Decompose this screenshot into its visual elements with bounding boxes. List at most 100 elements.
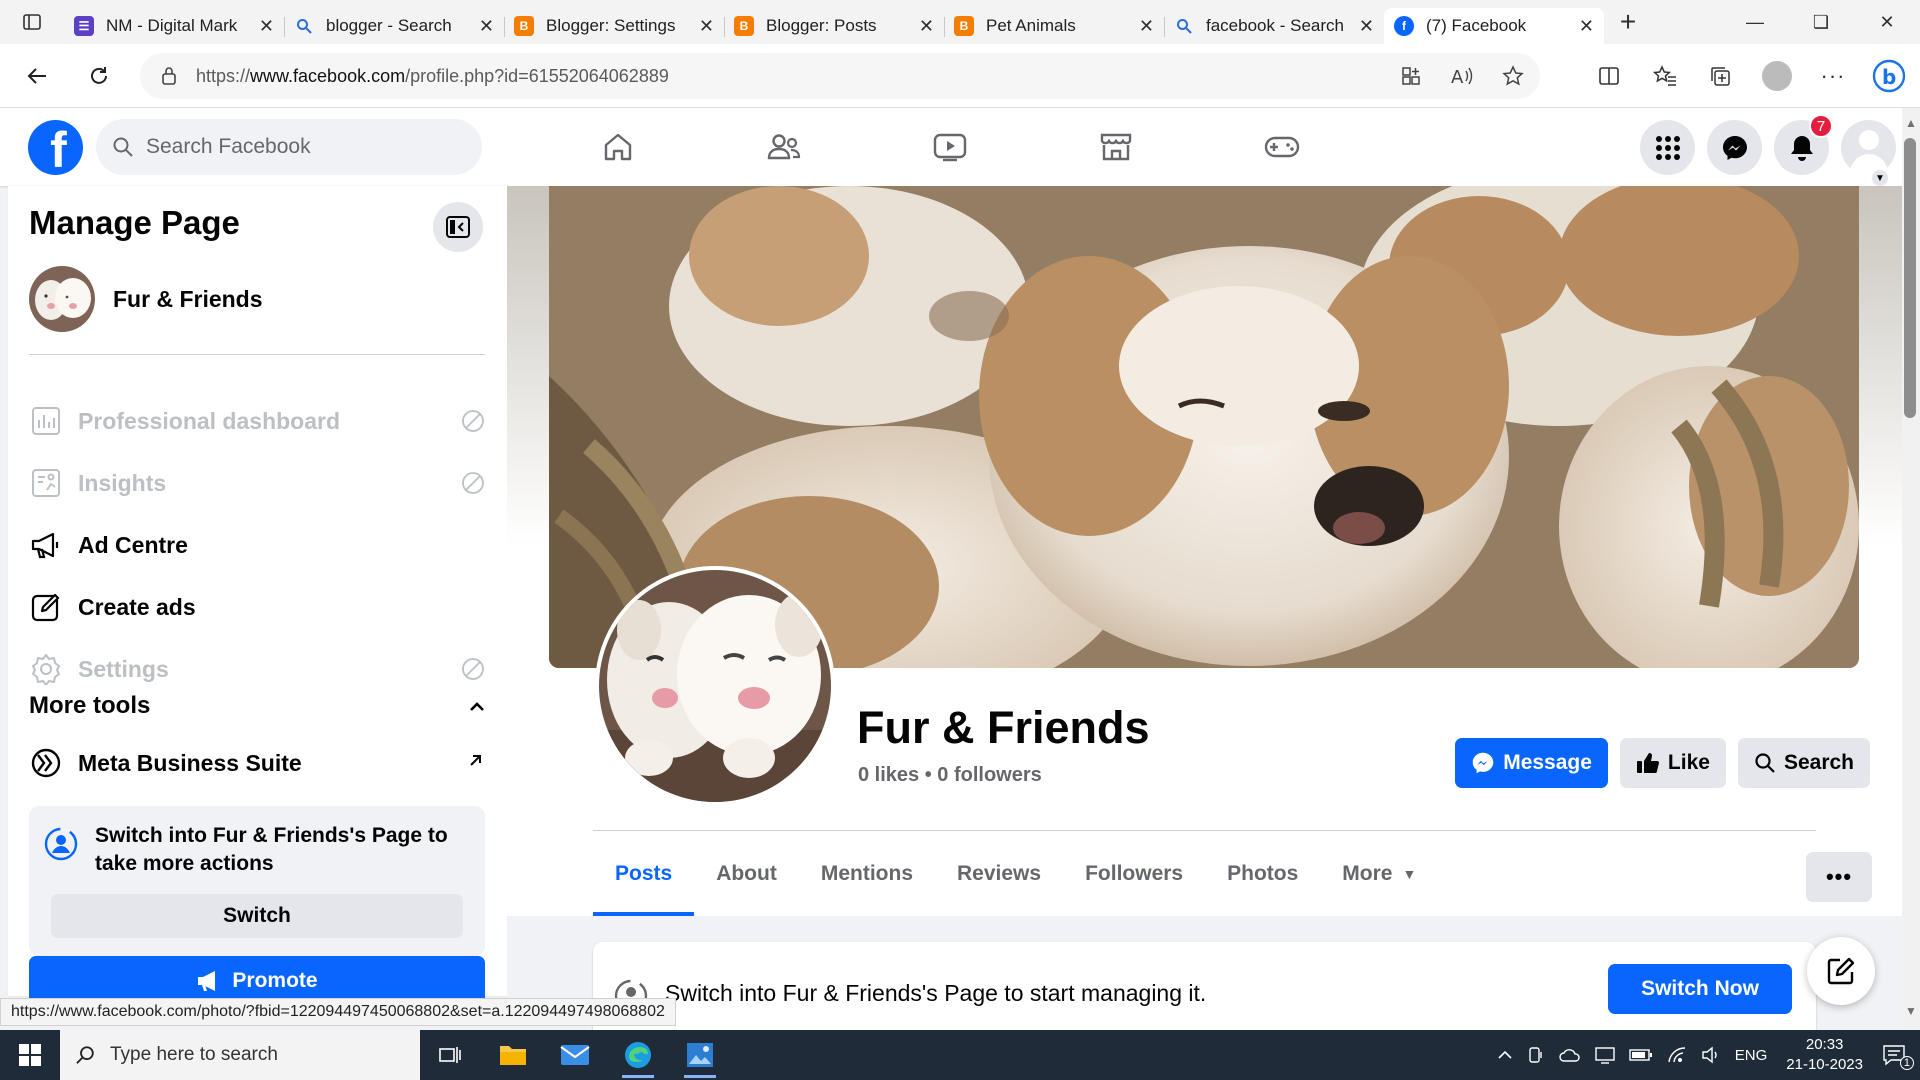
facebook-search-input[interactable]: Search Facebook: [96, 119, 482, 175]
divider: [593, 830, 1816, 831]
mail-icon[interactable]: [545, 1030, 605, 1080]
taskbar-search-input[interactable]: Type here to search: [60, 1030, 420, 1080]
scrollbar-thumb[interactable]: [1904, 138, 1916, 418]
more-menu-icon[interactable]: ···: [1816, 59, 1850, 93]
account-menu[interactable]: ▼: [1841, 120, 1896, 188]
close-tab-icon[interactable]: ✕: [919, 16, 934, 37]
minimize-button[interactable]: —: [1722, 0, 1788, 44]
close-tab-icon[interactable]: ✕: [699, 16, 714, 37]
action-center-icon[interactable]: 1: [1882, 1044, 1914, 1070]
app-available-icon[interactable]: [1400, 65, 1422, 87]
menu-settings[interactable]: Settings: [29, 644, 485, 694]
browser-tab[interactable]: blogger - Search ✕: [284, 8, 504, 44]
read-aloud-icon[interactable]: A: [1450, 65, 1474, 87]
tab-title: Blogger: Settings: [546, 16, 676, 35]
system-tray: ENG 20:33 21-10-2023 1: [1490, 1030, 1920, 1080]
profile-icon[interactable]: [1760, 59, 1794, 93]
profile-tabs: Posts About Mentions Reviews Followers P…: [593, 832, 1438, 916]
action-center-badge: 1: [1899, 1056, 1914, 1070]
url-field[interactable]: https://www.facebook.com/profile.php?id=…: [140, 53, 1540, 99]
back-button[interactable]: [12, 54, 62, 98]
photos-app-icon[interactable]: [670, 1030, 730, 1080]
browser-tab[interactable]: ☰ NM - Digital Mark ✕: [64, 8, 284, 44]
close-tab-icon[interactable]: ✕: [479, 16, 494, 37]
like-button[interactable]: Like: [1619, 738, 1726, 788]
browser-tab[interactable]: facebook - Search ✕: [1164, 8, 1384, 44]
menu-meta-business-suite[interactable]: Meta Business Suite: [29, 738, 485, 788]
new-tab-button[interactable]: +: [1604, 0, 1652, 44]
menu-label: Ad Centre: [78, 531, 188, 558]
messenger-icon[interactable]: [1707, 120, 1762, 175]
tab-followers[interactable]: Followers: [1063, 832, 1205, 916]
chevron-up-icon[interactable]: [1497, 1050, 1513, 1060]
tab-reviews[interactable]: Reviews: [935, 832, 1063, 916]
new-message-button[interactable]: [1807, 937, 1875, 1005]
menu-create-ads[interactable]: Create ads: [29, 582, 485, 632]
device-icon[interactable]: [1527, 1046, 1545, 1064]
tab-actions-menu-icon[interactable]: [0, 0, 64, 44]
browser-tab[interactable]: B Blogger: Posts ✕: [724, 8, 944, 44]
start-button[interactable]: [0, 1030, 60, 1080]
more-options-button[interactable]: •••: [1806, 852, 1872, 902]
task-view-icon[interactable]: [420, 1030, 480, 1080]
split-screen-icon[interactable]: [1592, 59, 1626, 93]
favorites-icon[interactable]: [1648, 59, 1682, 93]
notifications-icon[interactable]: 7: [1774, 114, 1833, 175]
browser-tab[interactable]: B Blogger: Settings ✕: [504, 8, 724, 44]
file-explorer-icon[interactable]: [483, 1030, 543, 1080]
tab-more[interactable]: More ▼: [1320, 832, 1438, 916]
more-tools-toggle[interactable]: More tools: [29, 692, 485, 720]
like-label: Like: [1667, 751, 1710, 774]
link-status-bar: https://www.facebook.com/photo/?fbid=122…: [0, 998, 676, 1026]
favorite-star-icon[interactable]: [1502, 65, 1524, 87]
scroll-down-icon[interactable]: ▼: [1904, 1004, 1918, 1018]
close-window-button[interactable]: ✕: [1854, 0, 1920, 44]
message-button[interactable]: Message: [1455, 738, 1608, 788]
menu-professional-dashboard[interactable]: Professional dashboard: [29, 396, 485, 446]
video-icon[interactable]: [867, 108, 1033, 186]
wifi-icon[interactable]: [1667, 1046, 1687, 1064]
restore-button[interactable]: ❏: [1788, 0, 1854, 44]
tab-mentions[interactable]: Mentions: [799, 832, 935, 916]
collections-icon[interactable]: [1704, 59, 1738, 93]
menu-grid-icon[interactable]: [1640, 120, 1695, 175]
browser-tab[interactable]: f (7) Facebook ✕: [1384, 8, 1604, 44]
facebook-logo[interactable]: f: [28, 120, 83, 175]
volume-icon[interactable]: [1701, 1046, 1721, 1064]
search-icon: [113, 137, 133, 157]
profile-picture[interactable]: [595, 566, 835, 806]
language-indicator[interactable]: ENG: [1735, 1047, 1768, 1064]
edge-browser-icon[interactable]: [608, 1030, 668, 1080]
tab-about[interactable]: About: [694, 832, 799, 916]
search-page-button[interactable]: Search: [1737, 738, 1870, 788]
close-tab-icon[interactable]: ✕: [259, 16, 274, 37]
friends-icon[interactable]: [701, 108, 867, 186]
clock[interactable]: 20:33 21-10-2023: [1786, 1035, 1863, 1075]
menu-insights[interactable]: Insights: [29, 458, 485, 508]
browser-address-bar: https://www.facebook.com/profile.php?id=…: [0, 44, 1920, 108]
menu-ad-centre[interactable]: Ad Centre: [29, 520, 485, 570]
marketplace-icon[interactable]: [1033, 108, 1199, 186]
collapse-panel-button[interactable]: [433, 202, 483, 252]
cloud-icon[interactable]: [1559, 1047, 1581, 1063]
message-label: Message: [1503, 751, 1592, 774]
copilot-icon[interactable]: b: [1872, 59, 1906, 93]
switch-now-button[interactable]: Switch Now: [1608, 964, 1792, 1014]
refresh-button[interactable]: [74, 54, 124, 98]
battery-icon[interactable]: [1629, 1048, 1653, 1062]
switch-button[interactable]: Switch: [51, 894, 463, 938]
scroll-up-icon[interactable]: ▲: [1904, 116, 1918, 130]
browser-tab[interactable]: B Pet Animals ✕: [944, 8, 1164, 44]
page-switch-row[interactable]: Fur & Friends: [29, 266, 263, 332]
home-icon[interactable]: [535, 108, 701, 186]
close-tab-icon[interactable]: ✕: [1359, 16, 1374, 37]
dashboard-icon: [29, 404, 63, 438]
tab-posts[interactable]: Posts: [593, 832, 695, 916]
tab-photos[interactable]: Photos: [1205, 832, 1320, 916]
megaphone-icon: [29, 528, 63, 562]
close-tab-icon[interactable]: ✕: [1579, 16, 1594, 37]
gaming-icon[interactable]: [1199, 108, 1365, 186]
switch-page-banner: Switch into Fur & Friends's Page to star…: [593, 942, 1816, 1030]
display-icon[interactable]: [1595, 1046, 1615, 1064]
close-tab-icon[interactable]: ✕: [1139, 16, 1154, 37]
